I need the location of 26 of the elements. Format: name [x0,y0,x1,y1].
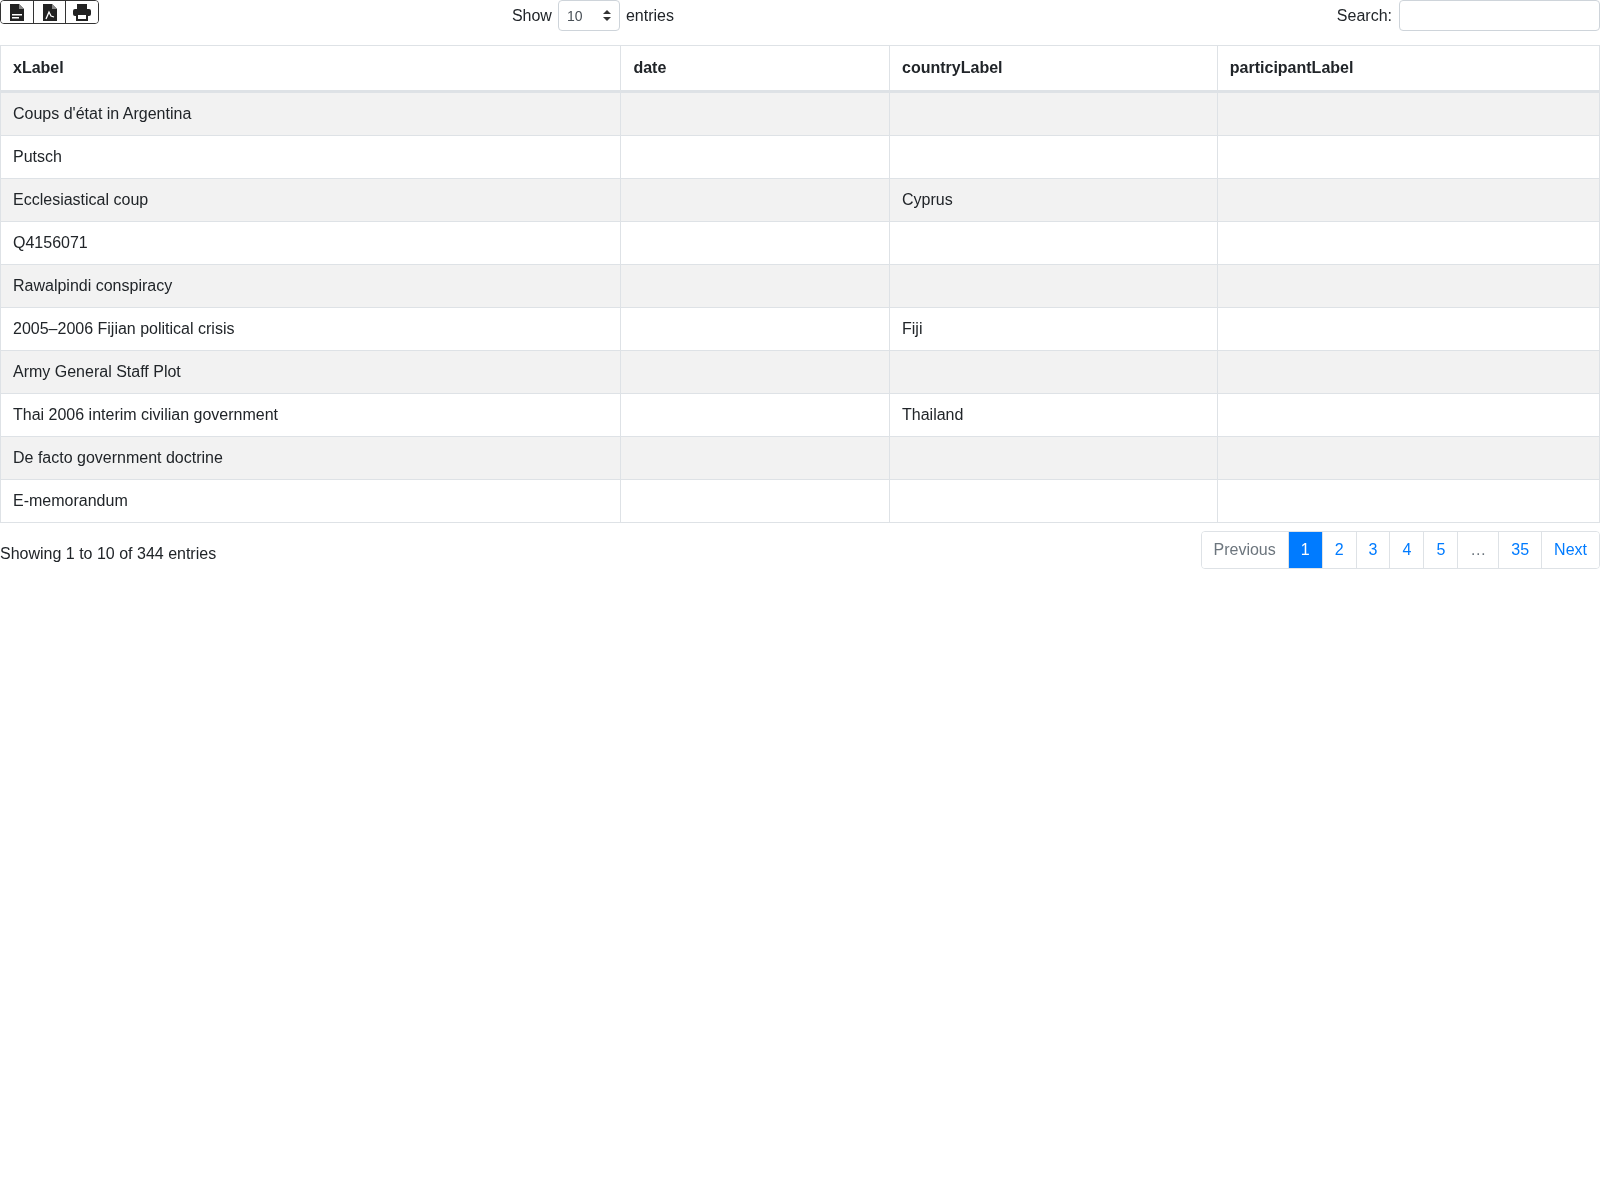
table-cell: Q4156071 [0,221,621,265]
csv-file-icon [9,3,24,21]
page-button[interactable]: 1 [1287,532,1322,568]
printer-icon [72,3,93,21]
table-cell: E-memorandum [0,479,621,523]
table-cell: De facto government doctrine [0,436,621,480]
table-cell: Fiji [889,307,1218,351]
table-cell: Coups d'état in Argentina [0,91,621,136]
search-label: Search: [1336,6,1392,25]
show-label: Show [511,6,552,25]
table-cell: 2005–2006 Fijian political crisis [0,307,621,351]
page-button[interactable]: Next [1541,532,1599,568]
table-cell: Thai 2006 interim civilian government [0,393,621,437]
table-cell: Cyprus [889,178,1218,222]
table-cell: Thailand [889,393,1218,437]
pdf-file-icon [42,3,57,21]
entries-label: entries [625,6,674,25]
search-field[interactable] [1399,0,1600,31]
table-cell: Putsch [0,135,621,179]
entries-info: Showing 1 to 10 of 344 entries [0,545,217,563]
export-button[interactable] [1,1,34,23]
table-cell: Rawalpindi conspiracy [0,264,621,308]
entries-select[interactable]: 10 [557,0,620,31]
table-cell: Army General Staff Plot [0,350,621,394]
sort-caret-icon [602,10,611,21]
table-cell: Ecclesiastical coup [0,178,621,222]
